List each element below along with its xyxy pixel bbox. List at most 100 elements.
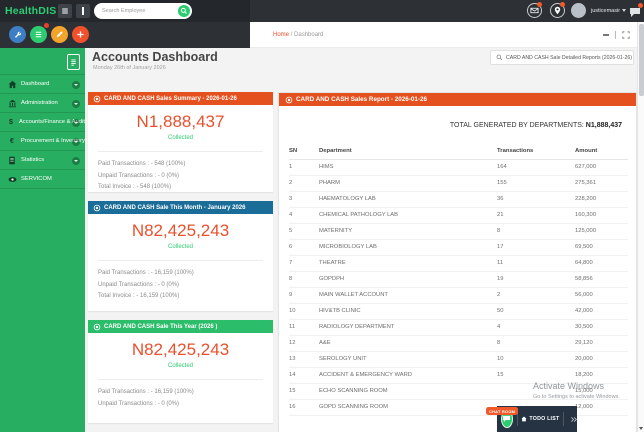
app-logo: HealthDIS xyxy=(5,0,56,22)
sidebar: Dashboard Administration $ Accounts/Fina… xyxy=(0,48,85,432)
expand-icon[interactable] xyxy=(622,31,630,39)
employee-search-input[interactable] xyxy=(102,3,172,19)
home-icon xyxy=(521,416,527,422)
todo-list-label: TODO LIST xyxy=(529,416,559,422)
col-department: Department xyxy=(319,144,497,159)
department-link[interactable]: RADIOLOGY DEPARTMENT xyxy=(319,319,497,335)
scrollbar-down-arrow[interactable] xyxy=(639,427,643,430)
detailed-reports-search[interactable]: CARD AND CASH Sale Detailed Reports (202… xyxy=(490,50,634,65)
department-link[interactable]: GOPD SCANNING ROOM xyxy=(319,399,497,415)
location-pin-icon xyxy=(553,6,562,15)
edit-button[interactable] xyxy=(51,26,68,43)
row-transactions: 36 xyxy=(497,191,575,207)
department-link[interactable]: THEATRE xyxy=(319,255,497,271)
avatar[interactable] xyxy=(571,3,586,18)
department-link[interactable]: ACCIDENT & EMERGENCY WARD xyxy=(319,367,497,383)
summary-cards-column: CARD AND CASH Sales Summary - 2026-01-26… xyxy=(88,92,273,432)
notification-dot xyxy=(537,2,542,7)
collapse-bar-arrow[interactable] xyxy=(570,416,577,423)
department-link[interactable]: CHEMICAL PATHOLOGY LAB xyxy=(319,207,497,223)
activate-windows-watermark: Activate Windows xyxy=(533,381,604,391)
department-link[interactable]: A&E xyxy=(319,335,497,351)
sidebar-item-statistics[interactable]: Statistics xyxy=(0,151,85,170)
messages-button[interactable] xyxy=(527,3,542,18)
row-transactions: 50 xyxy=(497,303,575,319)
row-amount: 125,000 xyxy=(575,223,628,239)
divider xyxy=(98,379,263,380)
department-link[interactable]: GOPDPH xyxy=(319,271,497,287)
department-link[interactable]: PHARM xyxy=(319,175,497,191)
row-sn: 12 xyxy=(289,335,319,351)
sidebar-item-procurement[interactable]: € Procurement & Inventory xyxy=(0,132,85,151)
department-link[interactable]: HAEMATOLOGY LAB xyxy=(319,191,497,207)
chevron-down-icon[interactable] xyxy=(72,138,80,146)
chat-button[interactable] xyxy=(629,5,641,23)
row-sn: 16 xyxy=(289,399,319,415)
bar-icon xyxy=(82,7,84,15)
department-link[interactable]: HIMS xyxy=(319,159,497,175)
todo-list-button[interactable]: TODO LIST xyxy=(521,416,559,422)
table-row: 7 THEATRE 11 64,800 xyxy=(289,255,628,271)
chevron-down-icon[interactable] xyxy=(72,81,80,89)
sidebar-item-administration[interactable]: Administration xyxy=(0,94,85,113)
row-amount: 29,120 xyxy=(575,335,628,351)
department-link[interactable]: MICROBIOLOGY LAB xyxy=(319,239,497,255)
chevron-down-icon[interactable] xyxy=(72,100,80,108)
divider xyxy=(98,260,263,261)
table-row: 16 GOPD SCANNING ROOM 12,000 xyxy=(289,399,628,415)
row-amount: 30,500 xyxy=(575,319,628,335)
breadcrumb-bar: Home / Dashboard xyxy=(250,22,644,48)
divider xyxy=(98,151,263,152)
row-sn: 14 xyxy=(289,367,319,383)
table-row: 12 A&E 8 29,120 xyxy=(289,335,628,351)
eye-icon xyxy=(7,175,17,184)
chevron-down-icon[interactable] xyxy=(72,157,80,165)
collapse-icon[interactable] xyxy=(603,34,609,36)
report-table-body: 1 HIMS 164 627,000 2 PHARM 155 275,361 3… xyxy=(289,159,628,415)
bullseye-icon xyxy=(93,204,101,212)
row-amount: 58,856 xyxy=(575,271,628,287)
sale-this-year-card-header: CARD AND CASH Sale This Year (2026 ) xyxy=(88,320,273,333)
search-button[interactable] xyxy=(178,5,190,17)
detailed-reports-search-label: CARD AND CASH Sale Detailed Reports (202… xyxy=(506,55,632,61)
department-link[interactable]: HIV&TB CLINIC xyxy=(319,303,497,319)
wrench-icon xyxy=(13,30,22,39)
tasks-button[interactable] xyxy=(30,26,47,43)
tools-button[interactable] xyxy=(9,26,26,43)
document-icon xyxy=(70,58,77,67)
row-sn: 3 xyxy=(289,191,319,207)
department-link[interactable]: SEROLOGY UNIT xyxy=(319,351,497,367)
department-link[interactable]: MATERNITY xyxy=(319,223,497,239)
layout-toggle-button[interactable] xyxy=(76,4,90,18)
sidebar-item-servicom[interactable]: SERVICOM xyxy=(0,170,85,189)
row-amount: 42,000 xyxy=(575,303,628,319)
notification-dot xyxy=(638,3,643,8)
table-row: 9 MAIN WALLET ACCOUNT 2 56,000 xyxy=(289,287,628,303)
report-shortcut-button[interactable] xyxy=(67,54,80,70)
sidebar-item-accounts-finance[interactable]: $ Accounts/Finance & Audit xyxy=(0,113,85,132)
brand-area: HealthDIS xyxy=(0,0,250,22)
sidebar-menu: Dashboard Administration $ Accounts/Fina… xyxy=(0,74,85,189)
location-button[interactable] xyxy=(550,3,565,18)
total-generated-line: TOTAL GENERATED BY DEPARTMENTS: N1,888,4… xyxy=(279,122,636,134)
card-title: CARD AND CASH Sale This Year (2026 ) xyxy=(104,324,217,330)
chevron-down-icon[interactable] xyxy=(72,119,80,127)
breadcrumb: Home / Dashboard xyxy=(273,22,323,48)
sale-this-year-card: CARD AND CASH Sale This Year (2026 ) N82… xyxy=(88,320,273,423)
sidebar-toggle-button[interactable] xyxy=(58,4,72,18)
row-transactions: 11 xyxy=(497,255,575,271)
department-link[interactable]: MAIN WALLET ACCOUNT xyxy=(319,287,497,303)
row-amount: 20,000 xyxy=(575,351,628,367)
row-sn: 15 xyxy=(289,383,319,399)
department-link[interactable]: ECHO SCANNING ROOM xyxy=(319,383,497,399)
row-sn: 2 xyxy=(289,175,319,191)
add-button[interactable] xyxy=(72,26,89,43)
breadcrumb-home-link[interactable]: Home xyxy=(273,32,289,38)
user-menu[interactable]: justicemasir xyxy=(591,0,626,22)
collected-label: Collected xyxy=(88,135,273,141)
scrollbar-thumb[interactable] xyxy=(639,24,644,96)
user-caret-icon xyxy=(622,9,626,12)
sidebar-item-dashboard[interactable]: Dashboard xyxy=(0,75,85,94)
vertical-scrollbar[interactable] xyxy=(637,22,644,432)
row-amount: 12,000 xyxy=(575,399,628,415)
